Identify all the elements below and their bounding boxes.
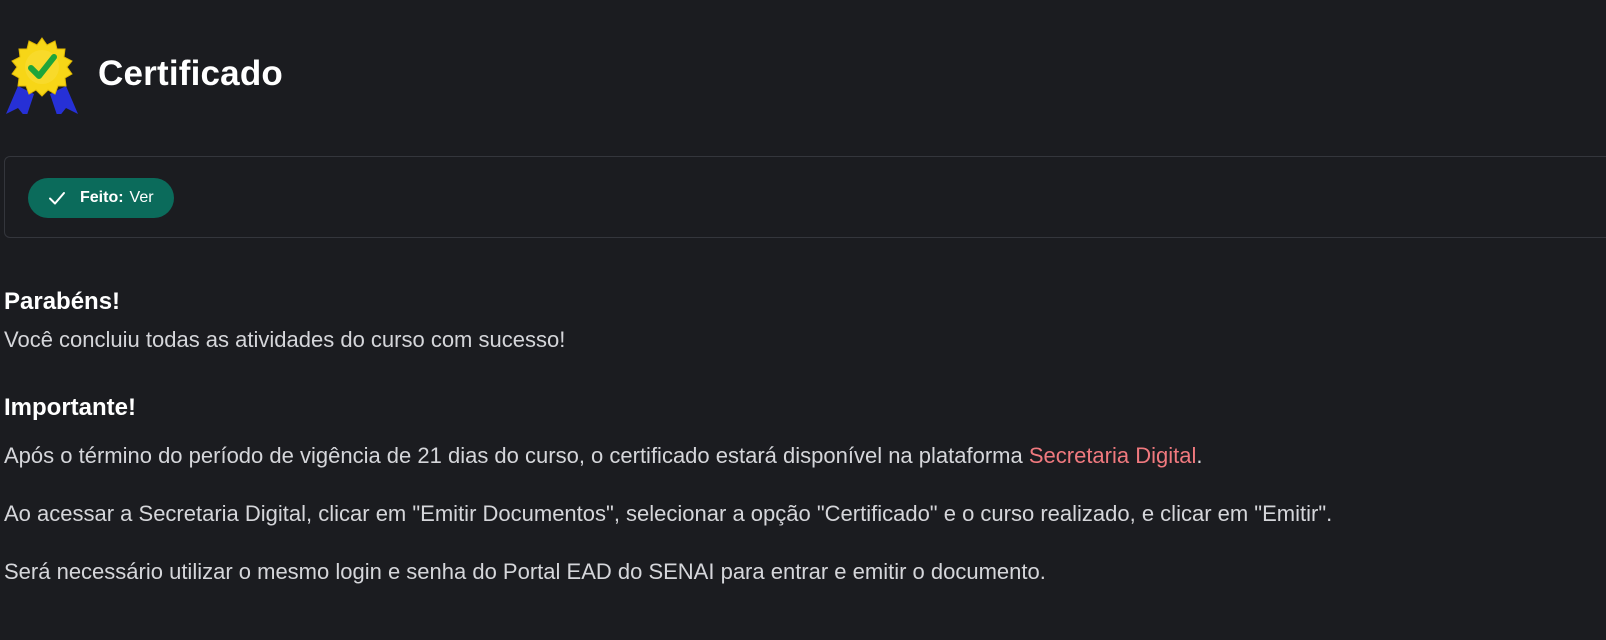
- login-note-paragraph: Será necessário utilizar o mesmo login e…: [4, 559, 1046, 584]
- certificate-badge-icon: [6, 37, 78, 114]
- congratulations-heading: Parabéns!: [4, 288, 121, 315]
- availability-text: Após o término do período de vigência de…: [4, 443, 1029, 468]
- checkmark-icon: [49, 192, 65, 205]
- availability-paragraph: Após o término do período de vigência de…: [4, 440, 1594, 472]
- availability-period: .: [1196, 443, 1203, 468]
- certificate-content: Parabéns! Você concluiu todas as ativida…: [4, 284, 1594, 588]
- completion-message: Você concluiu todas as atividades do cur…: [4, 327, 566, 352]
- completion-status-panel: Feito: Ver: [4, 156, 1606, 238]
- page-title: Certificado: [98, 54, 284, 93]
- secretaria-digital-link[interactable]: Secretaria Digital: [1029, 443, 1197, 468]
- status-label: Feito:: [80, 189, 124, 206]
- completion-status-button[interactable]: Feito: Ver: [28, 178, 174, 218]
- important-heading: Importante!: [4, 394, 136, 421]
- instructions-paragraph: Ao acessar a Secretaria Digital, clicar …: [4, 501, 1333, 526]
- status-value: Ver: [129, 189, 154, 206]
- page-header: Certificado: [4, 34, 283, 114]
